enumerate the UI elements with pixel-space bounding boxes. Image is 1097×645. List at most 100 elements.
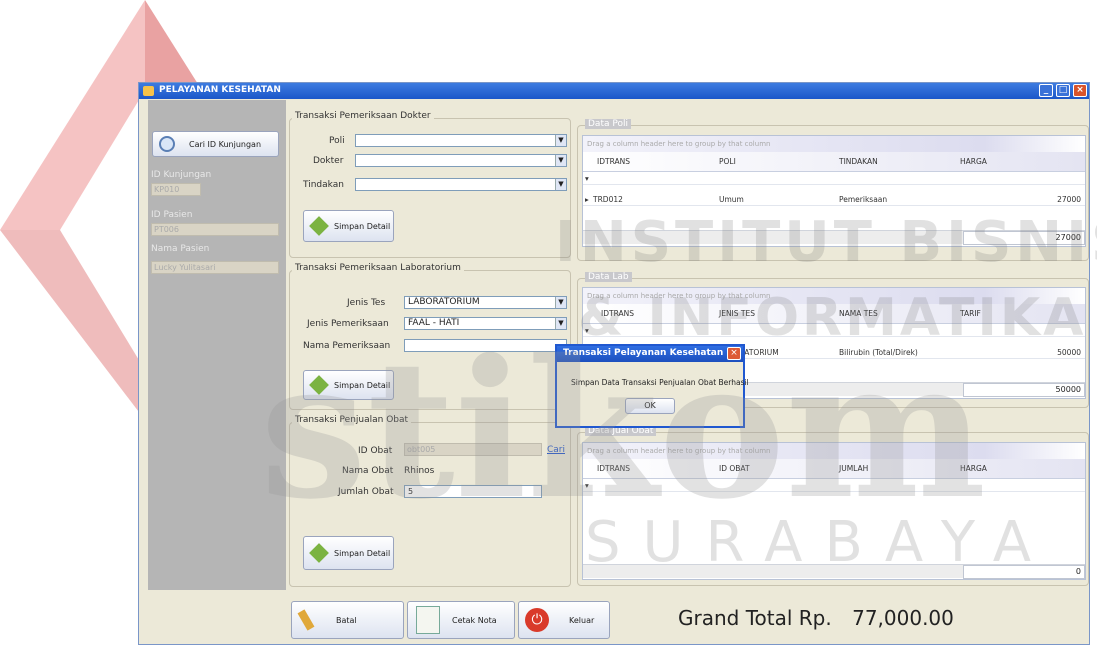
tindakan-combo[interactable]: ▼: [355, 178, 567, 191]
column-header[interactable]: IDTRANS: [597, 157, 630, 166]
broom-icon: [297, 609, 315, 631]
simpan-lab-button[interactable]: Simpan Detail: [303, 370, 394, 400]
total-value: 27000: [963, 231, 1085, 245]
batal-label: Batal: [336, 616, 357, 625]
new-row[interactable]: ▾: [583, 173, 1085, 185]
nama-pemeriksaan-field[interactable]: [404, 339, 567, 352]
table-cell: Bilirubin (Total/Direk): [839, 348, 918, 357]
id-kunjungan-label: ID Kunjungan: [151, 170, 212, 180]
keluar-button[interactable]: ⏻ Keluar: [518, 601, 610, 639]
table-cell: TRD012: [593, 195, 623, 204]
chevron-down-icon[interactable]: ▼: [555, 155, 566, 166]
new-row[interactable]: ▾: [583, 325, 1085, 337]
chevron-down-icon[interactable]: ▼: [555, 297, 566, 308]
report-icon: [416, 606, 440, 634]
column-header[interactable]: JENIS TES: [719, 309, 755, 318]
id-obat-label: ID Obat: [358, 446, 393, 456]
message-dialog: Transaksi Pelayanan Kesehatan × Simpan D…: [555, 344, 749, 428]
search-kunjungan-button[interactable]: Cari ID Kunjungan: [152, 131, 279, 157]
lab-grid-title: Data Lab: [585, 272, 632, 282]
jumlah-obat-field[interactable]: 5: [404, 485, 542, 498]
nama-pasien-field[interactable]: Lucky Yulitasari: [151, 261, 279, 274]
cetak-nota-button[interactable]: Cetak Nota: [407, 601, 515, 639]
jenis-tes-combo[interactable]: LABORATORIUM ▼: [404, 296, 567, 309]
lab-group-title: Transaksi Pemeriksaan Laboratorium: [292, 263, 464, 273]
new-row[interactable]: ▾: [583, 480, 1085, 492]
simpan-obat-label: Simpan Detail: [334, 549, 391, 558]
table-cell: 27000: [1057, 195, 1081, 204]
column-header[interactable]: IDTRANS: [597, 464, 630, 473]
ok-button[interactable]: OK: [625, 398, 675, 414]
dokter-combo[interactable]: ▼: [355, 154, 567, 167]
id-obat-field[interactable]: obt005: [404, 443, 542, 456]
maximize-button[interactable]: □: [1056, 84, 1070, 97]
app-icon: [143, 86, 154, 96]
column-header[interactable]: TARIF: [960, 309, 981, 318]
save-icon: [309, 216, 329, 236]
simpan-lab-label: Simpan Detail: [334, 381, 391, 390]
nama-obat-value: Rhinos: [404, 466, 435, 476]
close-button[interactable]: ×: [1073, 84, 1087, 97]
dialog-message: Simpan Data Transaksi Penjualan Obat Ber…: [571, 378, 749, 387]
tindakan-label: Tindakan: [303, 180, 344, 190]
column-header[interactable]: ID OBAT: [719, 464, 750, 473]
group-by-panel[interactable]: Drag a column header here to group by th…: [583, 288, 1085, 304]
total-value: 0: [963, 565, 1085, 579]
nama-obat-label: Nama Obat: [342, 466, 394, 476]
title-bar: PELAYANAN KESEHATAN _ □ ×: [139, 83, 1089, 99]
column-header[interactable]: TINDAKAN: [839, 157, 878, 166]
nama-pasien-label: Nama Pasien: [151, 244, 210, 254]
dokter-label: Dokter: [313, 156, 344, 166]
minimize-button[interactable]: _: [1039, 84, 1053, 97]
keluar-label: Keluar: [569, 616, 595, 625]
summary-row: 27000: [583, 230, 1085, 245]
group-by-panel[interactable]: Drag a column header here to group by th…: [583, 443, 1085, 459]
search-kunjungan-label: Cari ID Kunjungan: [189, 140, 262, 149]
column-header[interactable]: HARGA: [960, 464, 987, 473]
jenis-pemeriksaan-label: Jenis Pemeriksaan: [307, 319, 389, 329]
column-header[interactable]: JUMLAH: [839, 464, 868, 473]
poli-grid-title: Data Poli: [585, 119, 631, 129]
chevron-down-icon[interactable]: ▼: [555, 135, 566, 146]
power-icon: ⏻: [525, 608, 549, 632]
jenis-tes-value: LABORATORIUM: [408, 297, 480, 307]
jenis-tes-label: Jenis Tes: [347, 298, 386, 308]
grid-column-headers: IDTRANS ID OBAT JUMLAH HARGA: [583, 459, 1085, 479]
cetak-nota-label: Cetak Nota: [452, 616, 497, 625]
chevron-down-icon[interactable]: ▼: [555, 179, 566, 190]
table-cell: Pemeriksaan: [839, 195, 888, 204]
poli-combo[interactable]: ▼: [355, 134, 567, 147]
jenis-pemeriksaan-value: FAAL - HATI: [408, 318, 460, 328]
summary-row: 0: [583, 564, 1085, 579]
id-kunjungan-field[interactable]: KP010: [151, 183, 201, 196]
total-value: 50000: [963, 383, 1085, 397]
grand-total: Grand Total Rp. 77,000.00: [678, 606, 954, 630]
dialog-title: Transaksi Pelayanan Kesehatan: [557, 346, 743, 362]
simpan-dokter-label: Simpan Detail: [334, 222, 391, 231]
dokter-group-title: Transaksi Pemeriksaan Dokter: [292, 111, 434, 121]
column-header[interactable]: IDTRANS: [601, 309, 634, 318]
poli-label: Poli: [329, 136, 345, 146]
dialog-close-button[interactable]: ×: [727, 347, 741, 360]
grid-column-headers: IDTRANS JENIS TES NAMA TES TARIF: [583, 304, 1085, 324]
id-pasien-label: ID Pasien: [151, 210, 193, 220]
table-row[interactable]: ▸ TRD012 Umum Pemeriksaan 27000: [583, 194, 1085, 206]
column-header[interactable]: NAMA TES: [839, 309, 878, 318]
cari-obat-link[interactable]: Cari: [547, 445, 565, 455]
poli-grid: Drag a column header here to group by th…: [582, 135, 1086, 247]
obat-group-title: Transaksi Penjualan Obat: [292, 415, 412, 425]
column-header[interactable]: HARGA: [960, 157, 987, 166]
simpan-dokter-button[interactable]: Simpan Detail: [303, 210, 394, 242]
window-title: PELAYANAN KESEHATAN: [159, 85, 281, 95]
id-pasien-field[interactable]: PT006: [151, 223, 279, 236]
save-icon: [309, 543, 329, 563]
simpan-obat-button[interactable]: Simpan Detail: [303, 536, 394, 570]
batal-button[interactable]: Batal: [291, 601, 404, 639]
group-by-panel[interactable]: Drag a column header here to group by th…: [583, 136, 1085, 152]
jenis-pemeriksaan-combo[interactable]: FAAL - HATI ▼: [404, 317, 567, 330]
table-cell: 50000: [1057, 348, 1081, 357]
save-icon: [309, 375, 329, 395]
column-header[interactable]: POLI: [719, 157, 736, 166]
chevron-down-icon[interactable]: ▼: [555, 318, 566, 329]
grand-total-value: 77,000.00: [852, 606, 954, 630]
